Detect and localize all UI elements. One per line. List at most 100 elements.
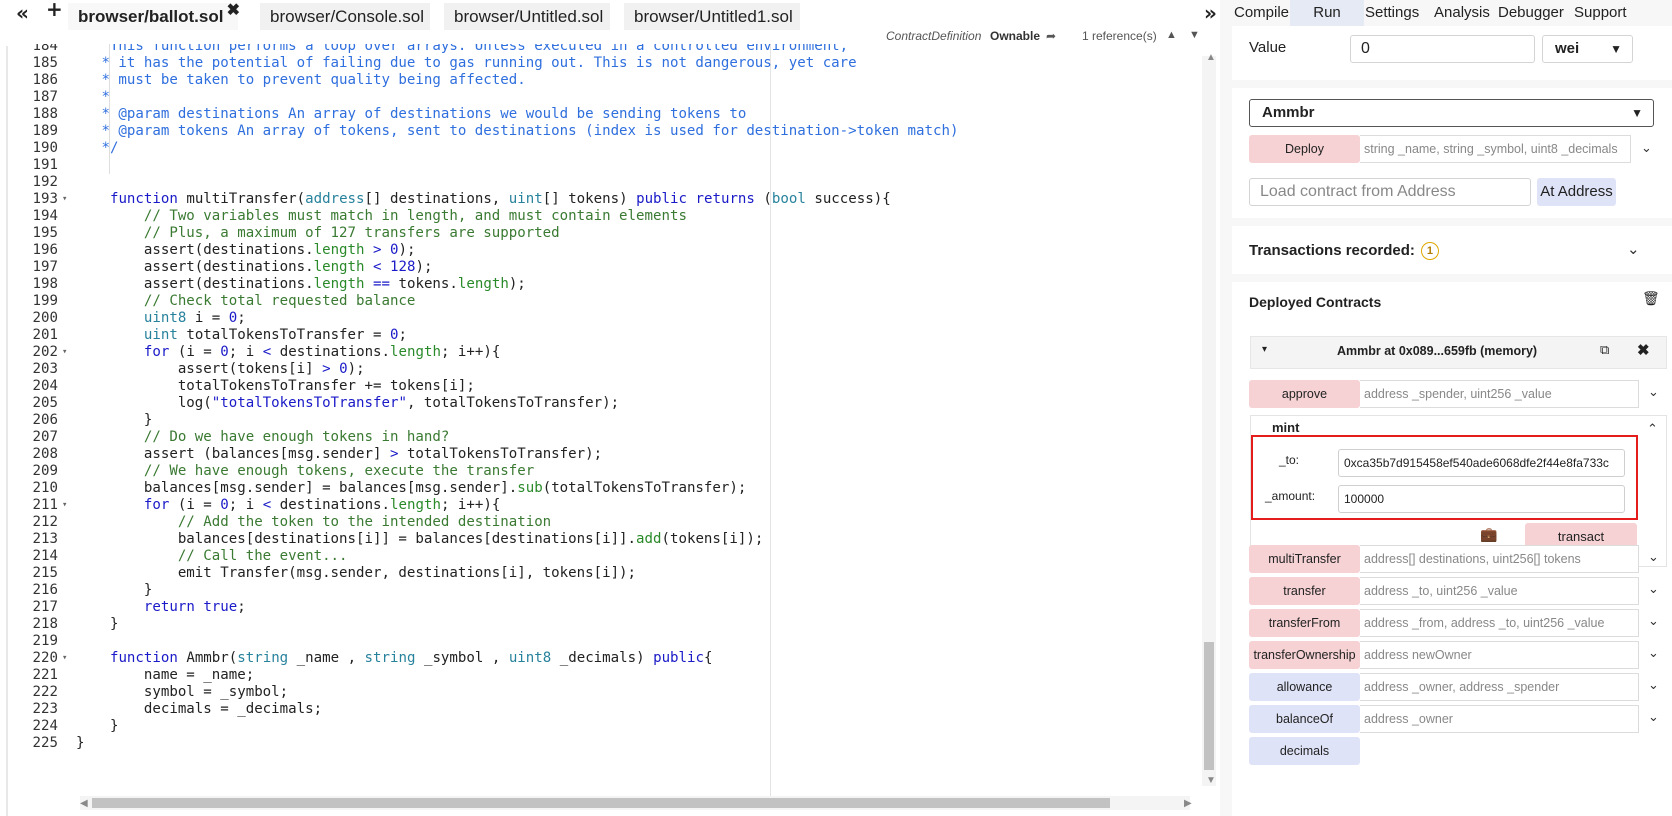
- load-address-input[interactable]: [1249, 178, 1531, 206]
- approve-args-input[interactable]: address _spender, uint256 _value: [1360, 380, 1639, 408]
- prev-reference-icon[interactable]: ▲: [1166, 29, 1177, 41]
- trash-icon[interactable]: 🗑: [1642, 290, 1660, 307]
- scroll-left-icon[interactable]: ◀: [80, 798, 88, 809]
- code-line[interactable]: 216 }: [8, 581, 1200, 599]
- close-icon[interactable]: ✖: [1637, 341, 1650, 359]
- transfer-button[interactable]: transfer: [1249, 577, 1360, 605]
- code-line[interactable]: 198 assert(destinations.length == tokens…: [8, 275, 1200, 293]
- chevron-down-icon[interactable]: ⌄: [1648, 550, 1659, 565]
- chevron-down-icon[interactable]: ⌄: [1648, 614, 1659, 629]
- code-line[interactable]: 185 * it has the potential of failing du…: [8, 54, 1200, 72]
- code-line[interactable]: 212 // Add the token to the intended des…: [8, 513, 1200, 531]
- collapse-right-icon[interactable]: »: [1204, 0, 1217, 26]
- code-line[interactable]: 203 assert(tokens[i] > 0);: [8, 360, 1200, 378]
- code-line[interactable]: 189 * @param tokens An array of tokens, …: [8, 122, 1200, 140]
- code-line[interactable]: 219: [8, 632, 1200, 650]
- tab-debugger[interactable]: Debugger: [1490, 0, 1572, 26]
- code-line[interactable]: 225}: [8, 734, 1200, 752]
- param-to-input[interactable]: 0xca35b7d915458ef540ade6068dfe2f44e8fa73…: [1338, 449, 1625, 477]
- scroll-down-icon[interactable]: ▼: [1206, 775, 1216, 786]
- tab-compile[interactable]: Compile: [1226, 0, 1297, 26]
- unit-select[interactable]: wei ▼: [1542, 35, 1633, 63]
- code-line[interactable]: 221 name = _name;: [8, 666, 1200, 684]
- code-line[interactable]: 209 // We have enough tokens, execute th…: [8, 462, 1200, 480]
- code-line[interactable]: 194 // Two variables must match in lengt…: [8, 207, 1200, 225]
- code-line[interactable]: 222 symbol = _symbol;: [8, 683, 1200, 701]
- expand-approve-icon[interactable]: ⌄: [1648, 385, 1659, 400]
- fold-toggle-icon[interactable]: ▾: [62, 649, 67, 667]
- contract-select[interactable]: Ammbr ▼: [1249, 99, 1654, 127]
- code-line[interactable]: 196 assert(destinations.length > 0);: [8, 241, 1200, 259]
- chevron-down-icon[interactable]: ⌄: [1648, 710, 1659, 725]
- collapse-left-icon[interactable]: «: [16, 0, 29, 26]
- multiTransfer-args-input[interactable]: address[] destinations, uint256[] tokens: [1360, 545, 1639, 573]
- goto-definition-icon[interactable]: ➦: [1046, 29, 1056, 43]
- code-line[interactable]: 210 balances[msg.sender] = balances[msg.…: [8, 479, 1200, 497]
- chevron-down-icon[interactable]: ⌄: [1648, 646, 1659, 661]
- code-line[interactable]: 214 // Call the event...: [8, 547, 1200, 565]
- code-line[interactable]: 204 totalTokensToTransfer += tokens[i];: [8, 377, 1200, 395]
- briefcase-icon[interactable]: 💼: [1480, 526, 1497, 543]
- param-amount-input[interactable]: 100000: [1338, 485, 1625, 513]
- code-line[interactable]: 207 // Do we have enough tokens in hand?: [8, 428, 1200, 446]
- tab-support[interactable]: Support: [1566, 0, 1635, 26]
- code-line[interactable]: 197 assert(destinations.length < 128);: [8, 258, 1200, 276]
- copy-icon[interactable]: ⧉: [1600, 342, 1609, 358]
- multiTransfer-button[interactable]: multiTransfer: [1249, 545, 1360, 573]
- code-line[interactable]: 193 ▾ function multiTransfer(address[] de…: [8, 190, 1200, 208]
- tab-ballot-sol[interactable]: browser/ballot.sol ✖: [68, 0, 240, 30]
- code-line[interactable]: 215 emit Transfer(msg.sender, destinatio…: [8, 564, 1200, 582]
- tab-run[interactable]: Run: [1290, 0, 1364, 26]
- tab-untitled-sol[interactable]: browser/Untitled.sol: [444, 3, 610, 30]
- horizontal-scroll-thumb[interactable]: [92, 798, 1110, 808]
- allowance-button[interactable]: allowance: [1249, 673, 1360, 701]
- approve-button[interactable]: approve: [1249, 380, 1360, 408]
- code-line[interactable]: 202 ▾ for (i = 0; i < destinations.length…: [8, 343, 1200, 361]
- code-line[interactable]: 195 // Plus, a maximum of 127 transfers …: [8, 224, 1200, 242]
- transferFrom-button[interactable]: transferFrom: [1249, 609, 1360, 637]
- tab-console-sol[interactable]: browser/Console.sol: [260, 3, 430, 30]
- transferOwnership-button[interactable]: transferOwnership: [1249, 641, 1360, 669]
- deploy-button[interactable]: Deploy: [1249, 135, 1360, 163]
- tab-settings[interactable]: Settings: [1357, 0, 1427, 26]
- vertical-scroll-thumb[interactable]: [1204, 642, 1214, 770]
- code-line[interactable]: 211 ▾ for (i = 0; i < destinations.length…: [8, 496, 1200, 514]
- code-line[interactable]: 205 log("totalTokensToTransfer", totalTo…: [8, 394, 1200, 412]
- code-line[interactable]: 190 */: [8, 139, 1200, 157]
- code-line[interactable]: 224 }: [8, 717, 1200, 735]
- close-tab-icon[interactable]: ✖: [227, 0, 240, 25]
- deploy-args-input[interactable]: string _name, string _symbol, uint8 _dec…: [1360, 135, 1631, 163]
- scroll-right-icon[interactable]: ▶: [1184, 798, 1192, 809]
- context-name[interactable]: Ownable: [990, 29, 1040, 43]
- balanceOf-button[interactable]: balanceOf: [1249, 705, 1360, 733]
- value-input[interactable]: [1350, 35, 1535, 63]
- collapse-mint-icon[interactable]: ⌃: [1647, 422, 1658, 437]
- expand-deploy-icon[interactable]: ⌄: [1641, 141, 1652, 156]
- code-editor[interactable]: 184 This function performs a loop over a…: [8, 44, 1200, 796]
- code-line[interactable]: 191: [8, 156, 1200, 174]
- code-line[interactable]: 206 }: [8, 411, 1200, 429]
- code-line[interactable]: 201 uint totalTokensToTransfer = 0;: [8, 326, 1200, 344]
- code-line[interactable]: 188 * @param destinations An array of de…: [8, 105, 1200, 123]
- code-line[interactable]: 218 }: [8, 615, 1200, 633]
- chevron-down-icon[interactable]: ⌄: [1648, 678, 1659, 693]
- code-line[interactable]: 192: [8, 173, 1200, 191]
- transferFrom-args-input[interactable]: address _from, address _to, uint256 _val…: [1360, 609, 1639, 637]
- code-line[interactable]: 217 return true;: [8, 598, 1200, 616]
- code-line[interactable]: 199 // Check total requested balance: [8, 292, 1200, 310]
- new-file-icon[interactable]: +: [46, 0, 63, 22]
- code-line[interactable]: 213 balances[destinations[i]] = balances…: [8, 530, 1200, 548]
- transfer-args-input[interactable]: address _to, uint256 _value: [1360, 577, 1639, 605]
- chevron-down-icon[interactable]: ⌄: [1627, 240, 1640, 258]
- caret-down-icon[interactable]: ▾: [1262, 344, 1267, 355]
- code-line[interactable]: 186 * must be taken to prevent quality b…: [8, 71, 1200, 89]
- decimals-button[interactable]: decimals: [1249, 737, 1360, 765]
- code-line[interactable]: 187 *: [8, 88, 1200, 106]
- code-line[interactable]: 220 ▾ function Ammbr(string _name , strin…: [8, 649, 1200, 667]
- next-reference-icon[interactable]: ▼: [1189, 29, 1200, 41]
- scroll-up-icon[interactable]: ▲: [1206, 52, 1216, 63]
- tab-analysis[interactable]: Analysis: [1426, 0, 1498, 26]
- chevron-down-icon[interactable]: ⌄: [1648, 582, 1659, 597]
- at-address-button[interactable]: At Address: [1537, 178, 1616, 206]
- code-line[interactable]: 208 assert (balances[msg.sender] > total…: [8, 445, 1200, 463]
